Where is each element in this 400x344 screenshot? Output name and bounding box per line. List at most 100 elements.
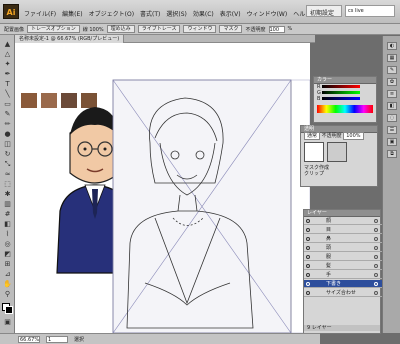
opacity-value[interactable]: 100% — [343, 132, 364, 140]
dock-gradient-icon[interactable]: ◧ — [387, 102, 397, 110]
rotate-tool-icon[interactable]: ↻ — [3, 151, 12, 158]
zoom-field[interactable]: 66.67% — [18, 335, 40, 343]
clip-row[interactable]: クリップ — [301, 171, 377, 177]
menu-edit[interactable]: 編集(E) — [62, 9, 82, 18]
line-tool-icon[interactable]: ╲ — [3, 91, 12, 98]
slice-tool-icon[interactable]: ⊿ — [3, 271, 12, 278]
workspace-switcher[interactable]: 初期設定 — [306, 5, 342, 17]
target-icon[interactable] — [374, 255, 378, 259]
live-paint-icon[interactable]: ◩ — [3, 251, 12, 258]
menu-object[interactable]: オブジェクト(O) — [89, 9, 134, 18]
eye-icon[interactable] — [306, 264, 310, 268]
eyedropper-icon[interactable]: ⌇ — [3, 231, 12, 238]
eye-icon[interactable] — [306, 237, 310, 241]
document-tabs: 名称未設定-1 @ 66.67% (RGB/プレビュー) — [15, 35, 315, 43]
zoom-tool-icon[interactable]: ⚲ — [3, 291, 12, 298]
object-thumbnail[interactable] — [304, 142, 324, 162]
dock-brushes-icon[interactable]: ✎ — [387, 66, 397, 74]
layer-row[interactable]: サイズ合わせ — [304, 289, 382, 297]
menu-select[interactable]: 選択(S) — [166, 9, 187, 18]
opacity-label: 不透明度 — [245, 26, 266, 33]
dock-color-icon[interactable]: ◐ — [387, 42, 397, 50]
target-icon[interactable] — [374, 219, 378, 223]
eye-icon[interactable] — [306, 219, 310, 223]
hand-tool-icon[interactable]: ✋ — [3, 281, 12, 288]
document-tab[interactable]: 名称未設定-1 @ 66.67% (RGB/プレビュー) — [15, 35, 125, 43]
opacity-field[interactable]: 100 — [268, 25, 285, 33]
magic-wand-icon[interactable]: ✦ — [3, 61, 12, 68]
dock-symbols-icon[interactable]: ✿ — [387, 78, 397, 86]
eye-icon[interactable] — [306, 273, 310, 277]
eye-icon[interactable] — [306, 291, 310, 295]
eye-icon[interactable] — [306, 255, 310, 259]
color-b-row: B — [314, 96, 376, 102]
menu-type[interactable]: 書式(T) — [140, 9, 160, 18]
target-icon[interactable] — [374, 282, 378, 286]
eye-icon[interactable] — [306, 246, 310, 250]
embed-button[interactable]: 埋め込み — [106, 25, 135, 33]
canvas-area[interactable] — [15, 43, 310, 333]
layers-list: 顔 目 鼻 頭 服 髪 手 下書き サイズ合わせ — [304, 217, 382, 317]
layer-row-selected[interactable]: 下書き — [304, 280, 382, 288]
blend-tool-icon[interactable]: ◎ — [3, 241, 12, 248]
layer-row[interactable]: 顔 — [304, 217, 382, 225]
layer-row[interactable]: 頭 — [304, 244, 382, 252]
layer-row[interactable]: 手 — [304, 271, 382, 279]
dock-graphic-styles-icon[interactable]: ▣ — [387, 138, 397, 146]
target-icon[interactable] — [374, 246, 378, 250]
warp-tool-icon[interactable]: ≈ — [3, 171, 12, 178]
pencil-tool-icon[interactable]: ✏ — [3, 121, 12, 128]
layer-row[interactable]: 髪 — [304, 262, 382, 270]
scale-tool-icon[interactable]: ⤡ — [3, 161, 12, 168]
b-slider[interactable] — [322, 97, 361, 100]
symbol-sprayer-icon[interactable]: ✱ — [3, 191, 12, 198]
mask-button[interactable]: マスク — [219, 25, 243, 33]
rectangle-tool-icon[interactable]: ▭ — [3, 101, 12, 108]
window-button[interactable]: ウィンドウ — [183, 25, 217, 33]
mask-thumbnail[interactable] — [327, 142, 347, 162]
live-trace-button[interactable]: ライブトレース — [137, 25, 181, 33]
target-icon[interactable] — [374, 291, 378, 295]
screen-mode-icon[interactable]: ▣ — [3, 319, 12, 326]
layer-row[interactable]: 鼻 — [304, 235, 382, 243]
brush-tool-icon[interactable]: ✎ — [3, 111, 12, 118]
graph-tool-icon[interactable]: ▥ — [3, 201, 12, 208]
menu-file[interactable]: ファイル(F) — [24, 9, 56, 18]
color-spectrum[interactable] — [317, 105, 373, 113]
trace-options-button[interactable]: トレースオプション — [27, 25, 80, 33]
layer-row[interactable]: 目 — [304, 226, 382, 234]
eye-icon[interactable] — [306, 282, 310, 286]
mesh-tool-icon[interactable]: # — [3, 211, 12, 218]
dock-transparency-icon[interactable]: ◌ — [387, 114, 397, 122]
color-panel: カラー R G B — [313, 76, 377, 123]
artboard-tool-icon[interactable]: ⊞ — [3, 261, 12, 268]
target-icon[interactable] — [374, 264, 378, 268]
dock-stroke-icon[interactable]: ≡ — [387, 90, 397, 98]
blend-mode-select[interactable]: 通常 — [304, 132, 321, 140]
free-transform-icon[interactable]: ⬚ — [3, 181, 12, 188]
layer-name: 服 — [326, 254, 332, 260]
layer-row[interactable]: 服 — [304, 253, 382, 261]
pen-tool-icon[interactable]: ✒ — [3, 71, 12, 78]
selection-tool-icon[interactable]: ▲ — [3, 41, 12, 48]
menu-effect[interactable]: 効果(C) — [193, 9, 214, 18]
g-slider[interactable] — [322, 91, 361, 94]
direct-select-tool-icon[interactable]: △ — [3, 51, 12, 58]
target-icon[interactable] — [374, 237, 378, 241]
stroke-color-icon[interactable] — [5, 306, 13, 314]
target-icon[interactable] — [374, 273, 378, 277]
dock-swatches-icon[interactable]: ▦ — [387, 54, 397, 62]
gradient-tool-icon[interactable]: ◧ — [3, 221, 12, 228]
eye-icon[interactable] — [306, 228, 310, 232]
type-tool-icon[interactable]: T — [3, 81, 12, 88]
search-input[interactable]: cs live — [345, 5, 395, 17]
menu-view[interactable]: 表示(V) — [220, 9, 241, 18]
dock-appearance-icon[interactable]: ☰ — [387, 126, 397, 134]
blob-brush-icon[interactable]: ● — [3, 131, 12, 138]
r-slider[interactable] — [322, 85, 361, 88]
page-field[interactable]: 1 — [46, 335, 68, 343]
target-icon[interactable] — [374, 228, 378, 232]
eraser-tool-icon[interactable]: ◫ — [3, 141, 12, 148]
dock-layers-icon[interactable]: ⧉ — [387, 150, 397, 158]
menu-window[interactable]: ウィンドウ(W) — [247, 9, 288, 18]
